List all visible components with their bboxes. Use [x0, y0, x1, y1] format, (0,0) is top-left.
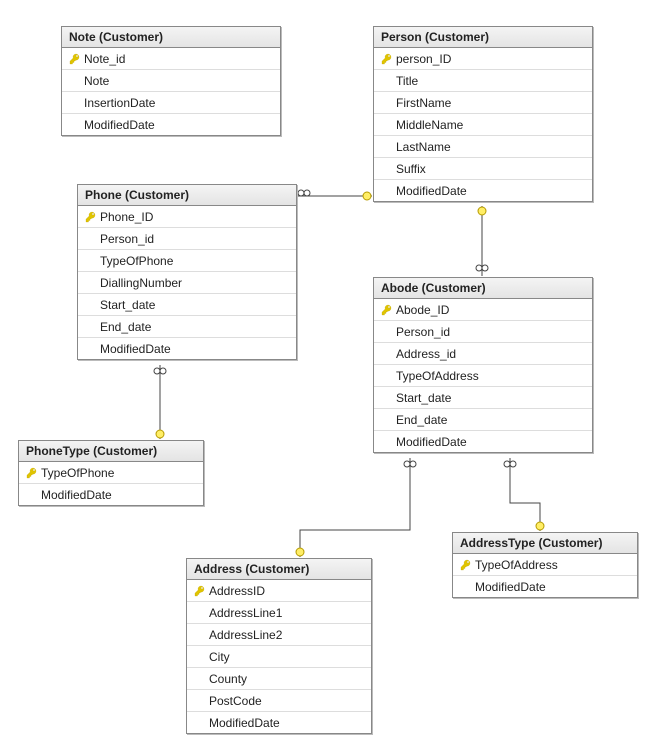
- entity-abode[interactable]: Abode (Customer) Abode_ID Person_id Address…: [373, 277, 593, 453]
- column-name: Title: [396, 74, 418, 88]
- column-row[interactable]: Start_date: [374, 387, 592, 409]
- column-row[interactable]: ModifiedDate: [19, 484, 203, 505]
- entity-address[interactable]: Address (Customer) AddressID AddressLine1 A…: [186, 558, 372, 734]
- column-name: End_date: [396, 413, 447, 427]
- column-name: Phone_ID: [100, 210, 153, 224]
- column-row[interactable]: ModifiedDate: [453, 576, 637, 597]
- column-name: TypeOfAddress: [396, 369, 479, 383]
- column-name: FirstName: [396, 96, 451, 110]
- column-row[interactable]: TypeOfPhone: [78, 250, 296, 272]
- column-name: ModifiedDate: [84, 118, 155, 132]
- column-row[interactable]: ModifiedDate: [187, 712, 371, 733]
- column-name: Person_id: [100, 232, 154, 246]
- column-row[interactable]: InsertionDate: [62, 92, 280, 114]
- column-row[interactable]: Start_date: [78, 294, 296, 316]
- entity-title: AddressType (Customer): [453, 533, 637, 554]
- column-row[interactable]: MiddleName: [374, 114, 592, 136]
- column-name: DiallingNumber: [100, 276, 182, 290]
- column-name: MiddleName: [396, 118, 463, 132]
- column-name: PostCode: [209, 694, 262, 708]
- column-name: ModifiedDate: [396, 435, 467, 449]
- column-row[interactable]: AddressLine1: [187, 602, 371, 624]
- column-name: ModifiedDate: [475, 580, 546, 594]
- column-name: Note: [84, 74, 109, 88]
- entity-phonetype[interactable]: PhoneType (Customer) TypeOfPhone ModifiedD…: [18, 440, 204, 506]
- column-row[interactable]: DiallingNumber: [78, 272, 296, 294]
- column-row[interactable]: Suffix: [374, 158, 592, 180]
- entity-title: Note (Customer): [62, 27, 280, 48]
- column-row[interactable]: Person_id: [78, 228, 296, 250]
- column-name: Abode_ID: [396, 303, 449, 317]
- column-name: person_ID: [396, 52, 451, 66]
- entity-note[interactable]: Note (Customer) Note_id Note InsertionDate M…: [61, 26, 281, 136]
- column-name: Address_id: [396, 347, 456, 361]
- column-name: Note_id: [84, 52, 125, 66]
- entity-addresstype[interactable]: AddressType (Customer) TypeOfAddress Modif…: [452, 532, 638, 598]
- primary-key-icon: [457, 559, 475, 571]
- column-name: InsertionDate: [84, 96, 155, 110]
- column-row[interactable]: ModifiedDate: [374, 180, 592, 201]
- primary-key-icon: [82, 211, 100, 223]
- column-name: TypeOfPhone: [41, 466, 114, 480]
- column-row[interactable]: LastName: [374, 136, 592, 158]
- column-row[interactable]: Abode_ID: [374, 299, 592, 321]
- primary-key-icon: [23, 467, 41, 479]
- column-name: ModifiedDate: [209, 716, 280, 730]
- entity-title: Person (Customer): [374, 27, 592, 48]
- column-row[interactable]: Note: [62, 70, 280, 92]
- column-row[interactable]: Phone_ID: [78, 206, 296, 228]
- entity-phone[interactable]: Phone (Customer) Phone_ID Person_id TypeOfP…: [77, 184, 297, 360]
- column-row[interactable]: ModifiedDate: [62, 114, 280, 135]
- column-row[interactable]: ModifiedDate: [374, 431, 592, 452]
- column-name: City: [209, 650, 230, 664]
- column-row[interactable]: FirstName: [374, 92, 592, 114]
- column-name: TypeOfPhone: [100, 254, 173, 268]
- primary-key-icon: [378, 304, 396, 316]
- entity-title: Abode (Customer): [374, 278, 592, 299]
- column-name: AddressID: [209, 584, 265, 598]
- column-row[interactable]: Title: [374, 70, 592, 92]
- column-row[interactable]: County: [187, 668, 371, 690]
- entity-person[interactable]: Person (Customer) person_ID Title FirstName…: [373, 26, 593, 202]
- column-row[interactable]: AddressID: [187, 580, 371, 602]
- entity-title: Phone (Customer): [78, 185, 296, 206]
- column-name: Start_date: [100, 298, 155, 312]
- column-name: ModifiedDate: [396, 184, 467, 198]
- column-name: ModifiedDate: [41, 488, 112, 502]
- column-name: Person_id: [396, 325, 450, 339]
- column-row[interactable]: Address_id: [374, 343, 592, 365]
- column-name: TypeOfAddress: [475, 558, 558, 572]
- column-row[interactable]: TypeOfAddress: [453, 554, 637, 576]
- column-name: Suffix: [396, 162, 426, 176]
- entity-title: PhoneType (Customer): [19, 441, 203, 462]
- column-row[interactable]: person_ID: [374, 48, 592, 70]
- column-name: LastName: [396, 140, 451, 154]
- entity-title: Address (Customer): [187, 559, 371, 580]
- column-name: AddressLine2: [209, 628, 282, 642]
- column-row[interactable]: AddressLine2: [187, 624, 371, 646]
- column-row[interactable]: TypeOfPhone: [19, 462, 203, 484]
- column-name: AddressLine1: [209, 606, 282, 620]
- column-name: County: [209, 672, 247, 686]
- column-row[interactable]: End_date: [78, 316, 296, 338]
- column-name: End_date: [100, 320, 151, 334]
- column-row[interactable]: Person_id: [374, 321, 592, 343]
- primary-key-icon: [378, 53, 396, 65]
- primary-key-icon: [191, 585, 209, 597]
- column-name: Start_date: [396, 391, 451, 405]
- column-row[interactable]: TypeOfAddress: [374, 365, 592, 387]
- column-row[interactable]: City: [187, 646, 371, 668]
- primary-key-icon: [66, 53, 84, 65]
- column-name: ModifiedDate: [100, 342, 171, 356]
- column-row[interactable]: End_date: [374, 409, 592, 431]
- column-row[interactable]: ModifiedDate: [78, 338, 296, 359]
- column-row[interactable]: PostCode: [187, 690, 371, 712]
- column-row[interactable]: Note_id: [62, 48, 280, 70]
